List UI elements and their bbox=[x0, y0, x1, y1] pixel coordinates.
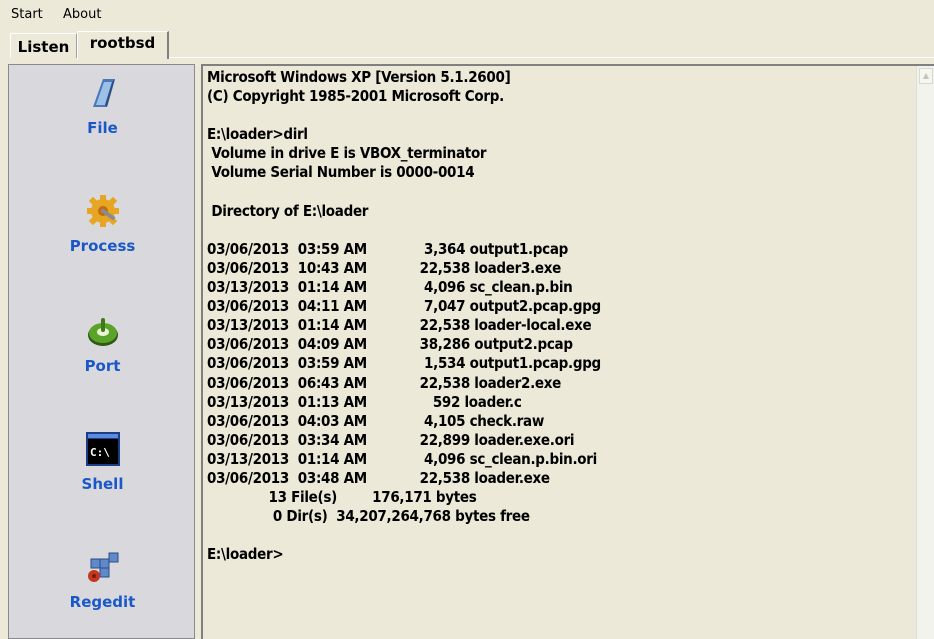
shell-console-icon: C:\ bbox=[85, 432, 120, 466]
console-line: Volume Serial Number is 0000-0014 bbox=[207, 163, 475, 182]
svg-text:C:\: C:\ bbox=[90, 446, 110, 459]
console-line: 03/13/2013 01:14 AM 22,538 loader-local.… bbox=[207, 316, 592, 335]
tab-strip: Listen rootbsd bbox=[0, 30, 934, 59]
console-line: 03/13/2013 01:14 AM 4,096 sc_clean.p.bin… bbox=[207, 449, 597, 468]
console-line: 13 File(s) 176,171 bytes bbox=[207, 488, 477, 507]
console-line: 03/06/2013 03:59 AM 1,534 output1.pcap.g… bbox=[207, 354, 601, 373]
menu-start[interactable]: Start bbox=[11, 7, 43, 22]
console-line: 03/06/2013 03:59 AM 3,364 output1.pcap bbox=[207, 239, 569, 258]
sidebar-item-file[interactable]: File bbox=[9, 75, 196, 137]
console-line: (C) Copyright 1985-2001 Microsoft Corp. bbox=[207, 87, 504, 106]
process-gear-icon bbox=[86, 195, 119, 227]
port-icon bbox=[87, 318, 118, 346]
tab-divider bbox=[169, 57, 934, 58]
console-line: 03/06/2013 04:03 AM 4,105 check.raw bbox=[207, 411, 544, 430]
sidebar-item-shell[interactable]: C:\ Shell bbox=[9, 431, 196, 493]
console-text: Microsoft Windows XP [Version 5.1.2600] … bbox=[207, 68, 897, 564]
console-line: 03/06/2013 03:48 AM 22,538 loader.exe bbox=[207, 468, 550, 487]
console-line: 03/06/2013 06:43 AM 22,538 loader2.exe bbox=[207, 373, 562, 392]
regedit-icon bbox=[87, 552, 118, 582]
console-line: Directory of E:\loader bbox=[207, 201, 369, 220]
console-line: 03/06/2013 04:09 AM 38,286 output2.pcap bbox=[207, 335, 573, 354]
console-output[interactable]: Microsoft Windows XP [Version 5.1.2600] … bbox=[201, 64, 934, 639]
scroll-up-arrow-icon[interactable]: ▲ bbox=[919, 68, 933, 84]
sidebar-item-label: Regedit bbox=[69, 593, 136, 611]
tab-rootbsd[interactable]: rootbsd bbox=[77, 31, 169, 59]
sidebar-item-process[interactable]: Process bbox=[9, 193, 196, 255]
console-line: 03/06/2013 04:11 AM 7,047 output2.pcap.g… bbox=[207, 297, 601, 316]
console-line: 03/06/2013 10:43 AM 22,538 loader3.exe bbox=[207, 258, 562, 277]
console-line: Volume in drive E is VBOX_terminator bbox=[207, 144, 487, 163]
menu-bar: Start About bbox=[0, 0, 934, 30]
file-icon bbox=[92, 79, 115, 107]
console-line: 03/06/2013 03:34 AM 22,899 loader.exe.or… bbox=[207, 430, 575, 449]
sidebar: File Process Port C:\ Shell Regedit bbox=[8, 64, 195, 639]
sidebar-item-regedit[interactable]: Regedit bbox=[9, 549, 196, 611]
sidebar-item-port[interactable]: Port bbox=[9, 313, 196, 375]
console-line: E:\loader>dirl bbox=[207, 125, 308, 144]
console-line: E:\loader> bbox=[207, 545, 284, 564]
tab-listen[interactable]: Listen bbox=[10, 33, 77, 58]
sidebar-item-label: File bbox=[87, 119, 118, 137]
vertical-scrollbar[interactable]: ▲ bbox=[916, 66, 934, 639]
console-line: 0 Dir(s) 34,207,264,768 bytes free bbox=[207, 507, 530, 526]
sidebar-item-label: Port bbox=[84, 357, 121, 375]
console-line: Microsoft Windows XP [Version 5.1.2600] bbox=[207, 68, 511, 86]
sidebar-item-label: Shell bbox=[81, 475, 124, 493]
console-line: 03/13/2013 01:13 AM 592 loader.c bbox=[207, 392, 522, 411]
sidebar-item-label: Process bbox=[69, 237, 136, 255]
menu-about[interactable]: About bbox=[63, 7, 101, 22]
console-line: 03/13/2013 01:14 AM 4,096 sc_clean.p.bin bbox=[207, 278, 573, 297]
